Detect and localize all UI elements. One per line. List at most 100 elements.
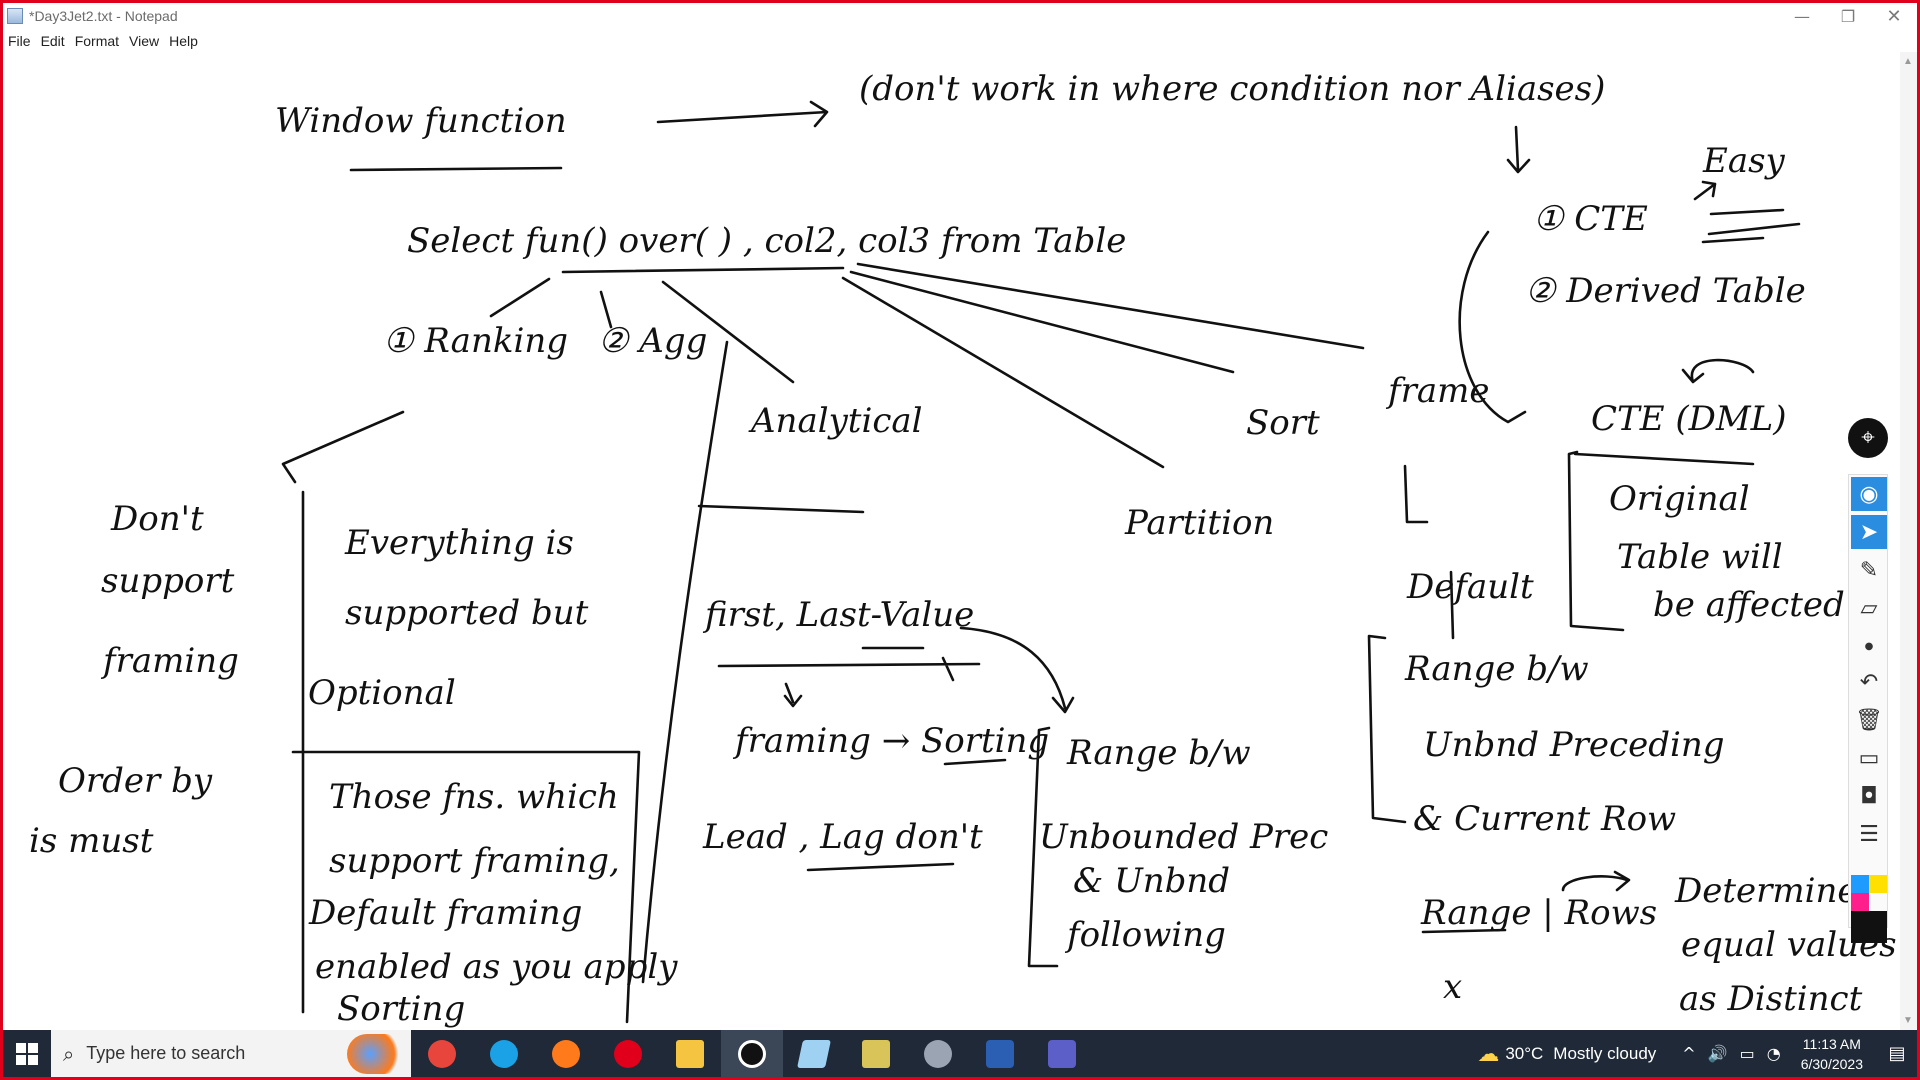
clock-date: 6/30/2023 [1800,1055,1863,1072]
vertical-scrollbar[interactable]: ▲ ▼ [1900,52,1917,1030]
note-range-bw-2: Range b/w [1404,649,1589,689]
window-title: *Day3Jet2.txt - Notepad [29,8,178,24]
ink-branch [489,277,551,318]
note-sorting: Sorting [337,989,465,1029]
word-icon[interactable] [969,1030,1031,1077]
ink-underline [697,504,865,514]
note-determine: Determine [1674,871,1858,911]
eraser-icon[interactable]: ▱ [1851,591,1887,625]
note-support: support [101,561,235,601]
menu-view[interactable]: View [124,33,164,49]
note-default: Default [1406,567,1534,607]
note-analytical: Analytical [748,401,923,441]
note-cte: ① CTE [1533,199,1648,239]
note-current-row: & Current Row [1413,799,1676,839]
scroll-down-icon[interactable]: ▼ [1903,1015,1913,1026]
ink-arrow [656,100,829,128]
note-x: x [1443,967,1462,1007]
undo-icon[interactable]: ↶ [1851,665,1887,699]
file-explorer-icon[interactable] [659,1030,721,1077]
ink-arrow [959,626,1075,714]
dot-icon[interactable]: ● [1851,629,1887,663]
note-and-unbnd: & Unbnd [1073,861,1230,901]
menu-edit[interactable]: Edit [36,33,70,49]
opera-icon[interactable] [597,1030,659,1077]
note-first-last: first, Last-Value [702,595,974,635]
ink-branch [849,270,1235,374]
color-swatch-magenta[interactable] [1851,893,1869,911]
close-button[interactable]: ✕ [1871,3,1917,29]
weather-cloud-icon[interactable]: ☁ [1477,1041,1499,1067]
battery-icon[interactable]: ▭ [1740,1044,1755,1063]
edge-icon[interactable] [473,1030,535,1077]
note-window-function: Window function [275,101,567,141]
note-supported-but: supported but [345,593,589,633]
chrome-icon[interactable] [411,1030,473,1077]
note-default-framing: Default framing [308,893,582,933]
clipboard-icon[interactable]: ☰ [1851,817,1887,851]
windows-logo-icon [16,1042,38,1065]
highlighter-icon[interactable]: ✎ [1851,553,1887,587]
start-button[interactable] [3,1030,51,1077]
color-swatch-yellow[interactable] [1869,875,1887,893]
ink-underline [1573,452,1755,466]
search-placeholder: Type here to search [86,1043,246,1063]
note-select-line: Select fun() over( ) , col2, col3 from T… [407,221,1126,261]
camera-icon[interactable]: ◘ [1851,779,1887,813]
note-everything: Everything is [344,523,574,563]
menu-format[interactable]: Format [70,33,124,49]
scroll-up-icon[interactable]: ▲ [1903,56,1913,67]
taskbar-search-box[interactable]: ⌕ Type here to search [51,1030,411,1077]
ink-arrow [1693,180,1717,201]
menu-help[interactable]: Help [164,33,203,49]
epic-pen-icon[interactable] [721,1030,783,1077]
teams-icon[interactable] [1031,1030,1093,1077]
note-order-by: Order by [58,761,213,801]
settings-icon[interactable] [907,1030,969,1077]
color-swatch-blue[interactable] [1851,875,1869,893]
note-lead-lag: Lead , Lag don't [702,817,983,857]
clock-time: 11:13 AM [1802,1035,1861,1052]
firefox-icon[interactable] [535,1030,597,1077]
weather-temperature[interactable]: 30°C [1505,1044,1543,1064]
search-highlight-icon [347,1034,405,1074]
wifi-icon[interactable]: ◔ [1767,1044,1781,1063]
note-range-bw: Range b/w [1066,733,1251,773]
volume-icon[interactable]: 🔊 [1708,1044,1728,1063]
clock[interactable]: 11:13 AM 6/30/2023 [1801,1034,1863,1074]
note-ranking: ① Ranking [383,321,568,361]
maximize-button[interactable]: ❐ [1825,3,1871,29]
ink-arrow [1506,125,1531,174]
notepad-icon[interactable] [783,1030,845,1077]
eye-icon[interactable]: ◉ [1851,477,1887,511]
ink-underline [349,166,563,172]
epic-pen-badge-icon[interactable]: ⌖ [1848,418,1888,458]
trash-icon[interactable]: 🗑 [1851,703,1887,737]
handwritten-ink-canvas[interactable]: Window function (don't work in where con… [3,52,1907,1030]
ink-toolbar: ⌖ ◉ ➤ ✎ ▱ ● ↶ 🗑 ▭ ◘ ☰ [1848,418,1888,943]
note-table-will: Table will [1617,537,1783,577]
minimize-button[interactable]: — [1779,3,1825,29]
system-tray: ☁ 30°C Mostly cloudy ^ 🔊 ▭ ◔ 11:13 AM 6/… [1477,1030,1917,1077]
chevron-up-icon[interactable]: ^ [1682,1044,1695,1063]
note-unbounded-prec: Unbounded Prec [1039,817,1328,857]
whiteboard-icon[interactable]: ▭ [1851,741,1887,775]
note-dont-work: (don't work in where condition nor Alias… [859,69,1605,109]
search-icon: ⌕ [63,1041,75,1066]
color-swatch-black[interactable] [1851,911,1887,943]
note-enabled-as: enabled as you apply [315,947,678,987]
menu-file[interactable]: File [3,33,36,49]
ink-box-left [291,490,641,1024]
ink-divider [641,340,729,984]
notifications-icon[interactable]: ▤ [1877,1030,1917,1077]
menu-bar: File Edit Format View Help [3,30,203,52]
weather-description[interactable]: Mostly cloudy [1553,1044,1656,1064]
ink-mark [1403,464,1429,524]
note-unbnd-preceding: Unbnd Preceding [1423,725,1725,765]
color-palette[interactable] [1851,875,1887,945]
paint-tool-icon[interactable] [845,1030,907,1077]
note-be-affected: be affected [1653,585,1845,625]
pointer-icon[interactable]: ➤ [1851,515,1887,549]
note-optional: Optional [308,673,456,713]
ink-arrow [783,682,803,708]
